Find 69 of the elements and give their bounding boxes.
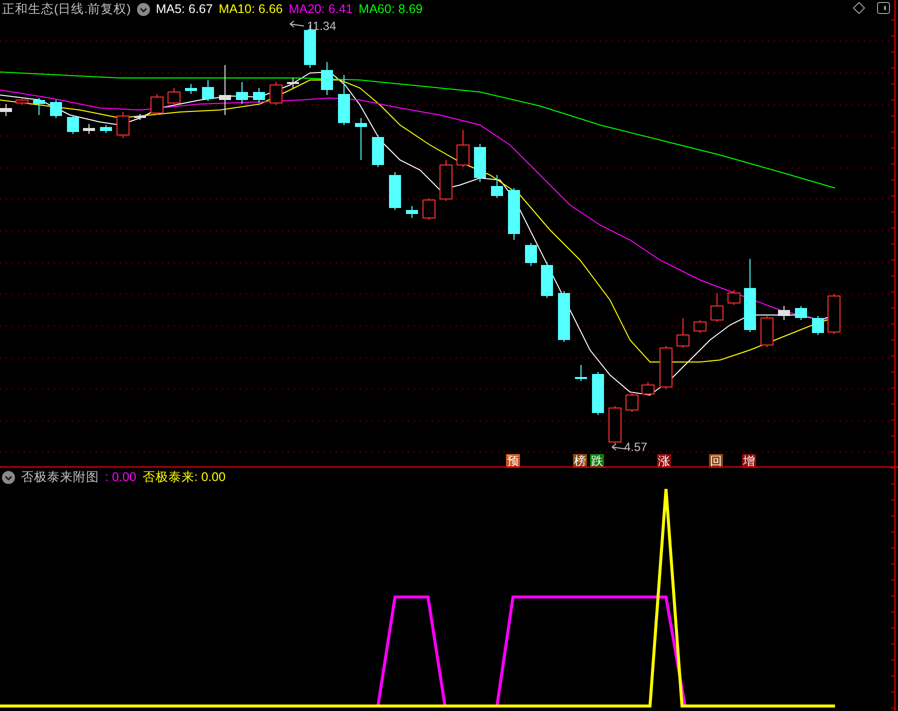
candlestick [608,406,622,444]
panel-toggle-icon[interactable] [877,2,890,14]
candlestick [150,94,164,116]
signal-tag: 回 [709,454,723,468]
signal-tag: 榜 [573,454,587,468]
ma-reading: MA10: 6.66 [218,2,283,16]
candlestick [33,98,45,116]
candlestick [525,242,537,266]
candlestick [372,134,384,168]
candlestick [710,292,724,322]
indicator-reading: : 0.00 [105,470,136,484]
candlestick [676,318,690,348]
candlestick [270,82,282,106]
candlestick [134,114,146,120]
candlestick [694,320,706,334]
candlestick [0,104,12,116]
candlestick [541,262,553,298]
candlestick [626,392,638,412]
candlestick [185,84,197,94]
candlestick [168,88,180,106]
candlestick [575,364,587,382]
candlestick [100,124,112,134]
candlestick [116,112,130,138]
candlestick [16,98,28,106]
candlestick [236,82,248,104]
ma-reading: MA20: 6.41 [288,2,353,16]
candlestick [592,372,604,416]
candlestick [456,130,470,168]
panel-title: 否极泰来附图 [21,468,99,486]
candlestick [287,78,299,88]
indicator-reading: 否极泰来: 0.00 [142,468,226,486]
signal-tag: 增 [742,454,756,468]
candlestick [422,198,436,220]
candlestick [474,144,486,182]
ma-reading: MA5: 6.67 [156,2,213,16]
candlestick [828,294,840,334]
candlestick [812,316,824,336]
price-label: 11.34 [307,19,336,33]
candlestick [67,114,79,134]
candlestick [728,290,740,306]
candlestick [440,160,452,202]
candlestick [642,382,654,396]
signal-tag: 涨 [657,454,671,468]
candlestick [760,316,774,348]
stock-title: 正和生态(日线.前复权) [2,0,131,18]
candlestick [253,88,265,104]
candlestick [406,206,418,218]
candlestick [660,346,672,390]
diamond-icon[interactable] [853,2,865,14]
dropdown-icon[interactable] [136,2,150,16]
signal-tag: 预 [506,454,520,468]
candlestick [83,124,95,134]
collapse-icon[interactable] [2,470,15,484]
candlestick [50,100,62,118]
candlestick [778,306,790,320]
price-arrow-icon [290,20,304,28]
candlestick [355,118,367,160]
candlestick [558,290,570,342]
signal-tag: 跌 [590,454,604,468]
candlestick [321,62,333,96]
candlestick [508,188,520,240]
candlestick [389,172,401,210]
candlestick [202,80,214,102]
candlestick [338,74,350,126]
candlestick [491,174,503,198]
candlestick [219,64,231,116]
candlestick [795,306,807,320]
price-label: 4.57 [624,440,648,454]
ma-reading: MA60: 8.69 [358,2,423,16]
